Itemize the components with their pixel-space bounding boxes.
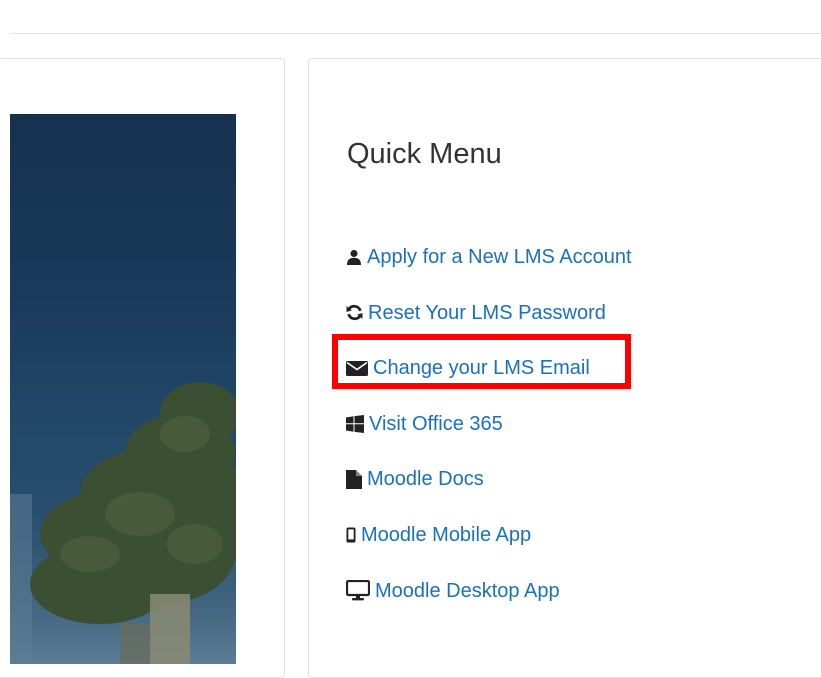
envelope-icon [346,360,368,376]
quick-menu-item-reset-password: Reset Your LMS Password [346,296,632,352]
reset-password-link[interactable]: Reset Your LMS Password [346,296,606,330]
desktop-icon [346,580,370,601]
campus-photo [10,114,236,664]
quick-menu-item-mobile-app: Moodle Mobile App [346,518,632,574]
desktop-app-link[interactable]: Moodle Desktop App [346,574,560,608]
top-divider [10,33,821,34]
quick-menu-title: Quick Menu [347,138,502,170]
desktop-app-label: Moodle Desktop App [375,579,560,602]
change-email-link[interactable]: Change your LMS Email [346,351,590,385]
quick-menu-item-change-email: Change your LMS Email [346,351,632,407]
change-email-label: Change your LMS Email [373,357,590,380]
quick-menu-item-desktop-app: Moodle Desktop App [346,574,632,630]
mobile-app-label: Moodle Mobile App [361,523,532,546]
reset-password-label: Reset Your LMS Password [368,301,606,324]
windows-icon [346,414,364,433]
apply-account-label: Apply for a New LMS Account [367,246,632,268]
refresh-icon [346,304,363,321]
office-365-label: Visit Office 365 [369,412,503,435]
quick-menu-item-moodle-docs: Moodle Docs [346,462,632,518]
quick-menu-item-office-365: Visit Office 365 [346,407,632,463]
quick-menu-list: Apply for a New LMS Account Reset Your L… [346,240,632,629]
user-icon [346,249,362,265]
office-365-link[interactable]: Visit Office 365 [346,407,503,441]
mobile-app-link[interactable]: Moodle Mobile App [346,518,531,552]
quick-menu-item-apply-account: Apply for a New LMS Account [346,240,632,296]
campus-photo-art [10,382,236,664]
mobile-phone-icon [346,527,356,543]
moodle-docs-link[interactable]: Moodle Docs [346,462,484,496]
moodle-docs-label: Moodle Docs [367,468,484,491]
document-icon [346,469,362,489]
apply-account-link[interactable]: Apply for a New LMS Account [346,240,632,274]
